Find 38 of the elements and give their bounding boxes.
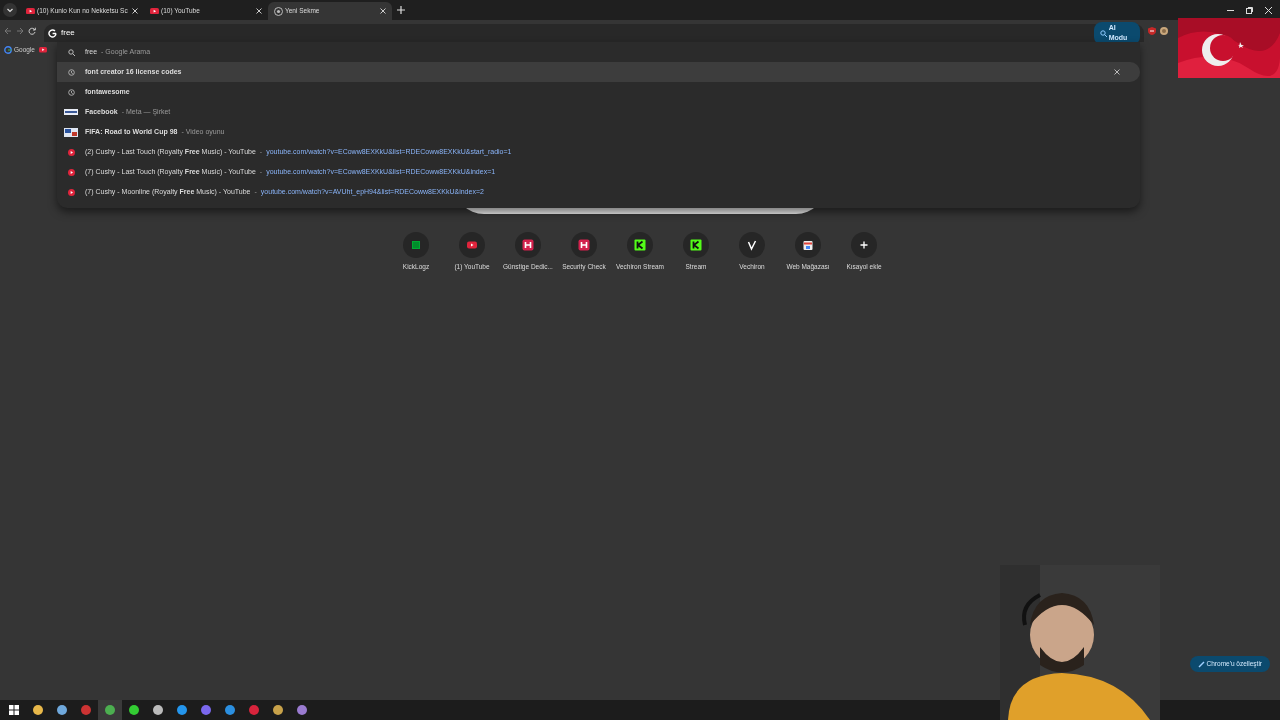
store-icon (801, 238, 815, 252)
restore-icon[interactable] (1246, 6, 1253, 14)
video-play-icon (67, 188, 75, 196)
back-icon[interactable] (4, 27, 12, 35)
new-tab-icon[interactable] (397, 6, 405, 14)
tab-list-button[interactable] (3, 3, 17, 17)
bookmark[interactable] (38, 47, 47, 53)
search-icon (67, 48, 75, 56)
google-icon (4, 46, 12, 54)
video-play-icon (67, 148, 75, 156)
search-engine-icon (48, 28, 57, 38)
history-icon (67, 88, 75, 96)
extension-icon[interactable] (1160, 27, 1168, 35)
checkmark-logo-icon (745, 238, 759, 252)
search-icon (1099, 29, 1107, 37)
letter-logo-icon (521, 238, 535, 252)
history-icon (67, 68, 75, 76)
grid-logo-icon (409, 238, 423, 252)
video-play-icon (26, 7, 35, 15)
address-input[interactable]: free (61, 27, 1090, 39)
close-icon[interactable] (1114, 69, 1120, 75)
video-play-icon (67, 168, 75, 176)
letter-logo-icon (633, 238, 647, 252)
game-thumbnail-icon (64, 127, 78, 137)
letter-logo-icon (689, 238, 703, 252)
letter-logo-icon (577, 238, 591, 252)
globe-icon (274, 6, 283, 16)
close-icon[interactable] (132, 8, 138, 14)
close-icon[interactable] (1265, 6, 1272, 14)
close-icon[interactable] (380, 8, 386, 14)
forward-icon[interactable] (16, 27, 24, 35)
video-play-icon (150, 7, 159, 15)
site-thumbnail-icon (64, 109, 78, 115)
pencil-icon (1197, 660, 1205, 668)
shield-icon[interactable] (1148, 27, 1156, 35)
video-play-icon (38, 47, 47, 53)
reload-icon[interactable] (28, 27, 36, 35)
close-icon[interactable] (256, 8, 262, 14)
